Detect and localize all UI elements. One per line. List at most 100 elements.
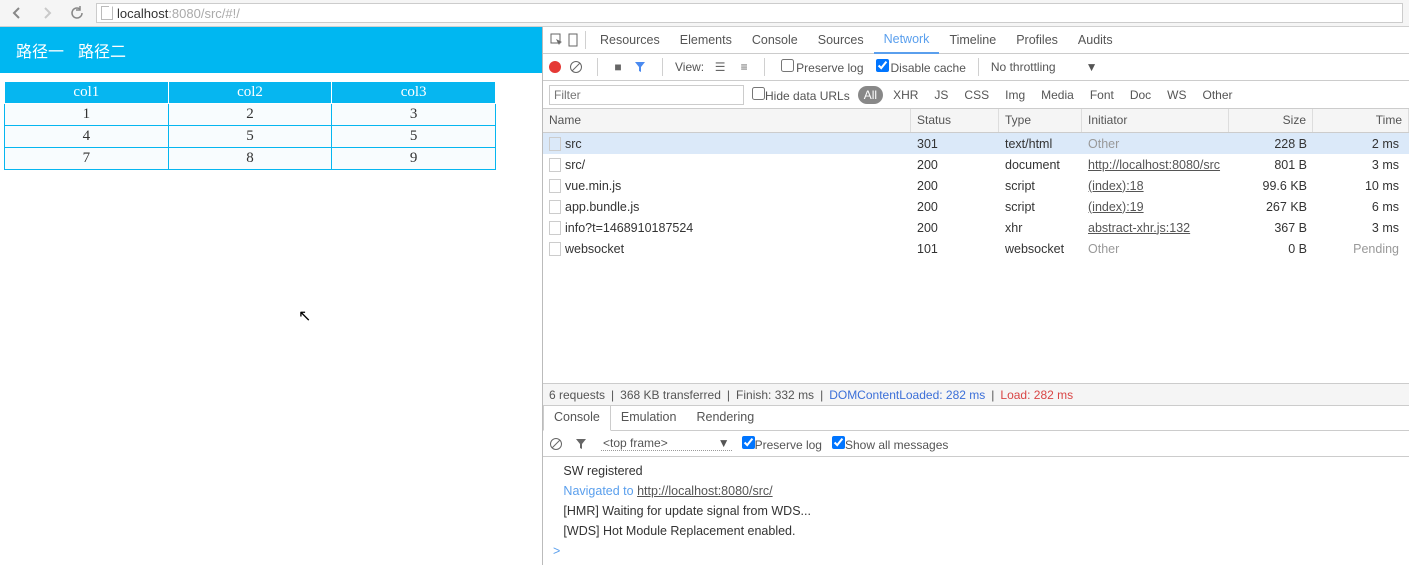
clear-console-icon[interactable] [549, 437, 565, 451]
devtools-tab-console[interactable]: Console [742, 27, 808, 54]
filter-type-js[interactable]: JS [928, 86, 954, 104]
req-initiator[interactable]: abstract-xhr.js:132 [1082, 221, 1229, 235]
network-row[interactable]: src301text/htmlOther228 B2 ms [543, 133, 1409, 154]
filter-type-font[interactable]: Font [1084, 86, 1120, 104]
table-header: col3 [332, 82, 496, 104]
console-output: SW registered Navigated to http://localh… [543, 457, 1409, 565]
col-initiator[interactable]: Initiator [1082, 109, 1229, 132]
req-name: src/ [565, 158, 585, 172]
page-viewport: 路径一 路径二 col1 col2 col3 123455789 ↖ [0, 27, 543, 565]
req-name: websocket [565, 242, 624, 256]
req-status: 200 [911, 179, 999, 193]
network-row[interactable]: vue.min.js 200script(index):1899.6 KB10 m… [543, 175, 1409, 196]
req-time: 6 ms [1313, 200, 1409, 214]
req-time: 3 ms [1313, 158, 1409, 172]
drawer-tab-emulation[interactable]: Emulation [611, 406, 687, 430]
devtools-tab-audits[interactable]: Audits [1068, 27, 1123, 54]
req-initiator: Other [1082, 137, 1229, 151]
clear-icon[interactable] [569, 60, 585, 74]
filter-type-img[interactable]: Img [999, 86, 1031, 104]
back-button[interactable] [6, 3, 28, 23]
file-icon [549, 179, 561, 193]
table-cell: 7 [5, 148, 169, 170]
console-preserve-checkbox[interactable]: Preserve log [742, 436, 822, 452]
devtools-tab-network[interactable]: Network [874, 27, 940, 54]
filter-type-xhr[interactable]: XHR [887, 86, 924, 104]
filter-type-css[interactable]: CSS [958, 86, 995, 104]
hide-urls-checkbox[interactable]: Hide data URLs [752, 87, 850, 103]
col-time[interactable]: Time [1313, 109, 1409, 132]
devtools-tab-sources[interactable]: Sources [808, 27, 874, 54]
network-row[interactable]: info?t=1468910187524200xhrabstract-xhr.j… [543, 217, 1409, 238]
req-type: script [999, 200, 1082, 214]
view-small-icon[interactable]: ≡ [736, 60, 752, 74]
drawer-tabs: ConsoleEmulationRendering [543, 405, 1409, 431]
device-icon[interactable] [565, 32, 581, 48]
nav-link-2[interactable]: 路径二 [78, 38, 126, 62]
devtools-tab-elements[interactable]: Elements [670, 27, 742, 54]
filter-type-doc[interactable]: Doc [1124, 86, 1157, 104]
table-cell: 2 [168, 104, 332, 126]
summary-load: Load: 282 ms [1000, 388, 1073, 402]
devtools-tab-profiles[interactable]: Profiles [1006, 27, 1068, 54]
console-line: [WDS] Hot Module Replacement enabled. [553, 521, 1399, 541]
req-status: 101 [911, 242, 999, 256]
preserve-log-checkbox[interactable]: Preserve log [777, 59, 863, 75]
network-grid-body: src301text/htmlOther228 B2 mssrc/200docu… [543, 133, 1409, 383]
drawer-tab-console[interactable]: Console [543, 406, 611, 431]
drawer-tab-rendering[interactable]: Rendering [686, 406, 764, 430]
throttling-select[interactable]: No throttling▼ [991, 60, 1098, 74]
req-status: 200 [911, 221, 999, 235]
record-button[interactable] [549, 61, 561, 73]
file-icon [549, 221, 561, 235]
col-size[interactable]: Size [1229, 109, 1313, 132]
table-cell: 1 [5, 104, 169, 126]
frame-select[interactable]: <top frame>▼ [601, 436, 732, 451]
console-line: [HMR] Waiting for update signal from WDS… [553, 501, 1399, 521]
filter-type-other[interactable]: Other [1197, 86, 1239, 104]
req-time: 10 ms [1313, 179, 1409, 193]
filter-icon[interactable] [634, 61, 650, 73]
req-size: 228 B [1229, 137, 1313, 151]
forward-button[interactable] [36, 3, 58, 23]
req-size: 801 B [1229, 158, 1313, 172]
console-toolbar: <top frame>▼ Preserve log Show all messa… [543, 431, 1409, 457]
camera-icon[interactable]: ■ [610, 60, 626, 74]
console-prompt[interactable]: > [553, 541, 1399, 561]
nav-link-1[interactable]: 路径一 [16, 38, 64, 62]
req-type: script [999, 179, 1082, 193]
disable-cache-checkbox[interactable]: Disable cache [872, 59, 966, 75]
req-type: xhr [999, 221, 1082, 235]
summary-finish: Finish: 332 ms [736, 388, 814, 402]
filter-input[interactable] [549, 85, 744, 105]
col-type[interactable]: Type [999, 109, 1082, 132]
devtools-tab-resources[interactable]: Resources [590, 27, 670, 54]
network-row[interactable]: app.bundle.js200script(index):19267 KB6 … [543, 196, 1409, 217]
req-type: websocket [999, 242, 1082, 256]
col-status[interactable]: Status [911, 109, 999, 132]
filter-type-ws[interactable]: WS [1161, 86, 1192, 104]
col-name[interactable]: Name [543, 109, 911, 132]
filter-console-icon[interactable] [575, 438, 591, 450]
req-size: 367 B [1229, 221, 1313, 235]
reload-button[interactable] [66, 3, 88, 23]
req-size: 99.6 KB [1229, 179, 1313, 193]
req-initiator[interactable]: (index):18 [1082, 179, 1229, 193]
table-cell: 3 [332, 104, 496, 126]
req-initiator[interactable]: (index):19 [1082, 200, 1229, 214]
summary-transferred: 368 KB transferred [620, 388, 721, 402]
filter-type-media[interactable]: Media [1035, 86, 1080, 104]
devtools-tab-timeline[interactable]: Timeline [939, 27, 1006, 54]
file-icon [549, 137, 561, 151]
filter-type-all[interactable]: All [858, 86, 883, 104]
address-bar[interactable]: localhost:8080/src/#!/ [96, 3, 1403, 23]
table-header: col1 [5, 82, 169, 104]
inspect-icon[interactable] [549, 32, 565, 48]
console-showall-checkbox[interactable]: Show all messages [832, 436, 948, 452]
req-name: vue.min.js [565, 179, 621, 193]
network-row[interactable]: src/200documenthttp://localhost:8080/src… [543, 154, 1409, 175]
network-row[interactable]: websocket101websocketOther0 BPending [543, 238, 1409, 259]
req-initiator[interactable]: http://localhost:8080/src [1082, 158, 1229, 172]
req-status: 301 [911, 137, 999, 151]
view-large-icon[interactable]: ☰ [712, 60, 728, 74]
